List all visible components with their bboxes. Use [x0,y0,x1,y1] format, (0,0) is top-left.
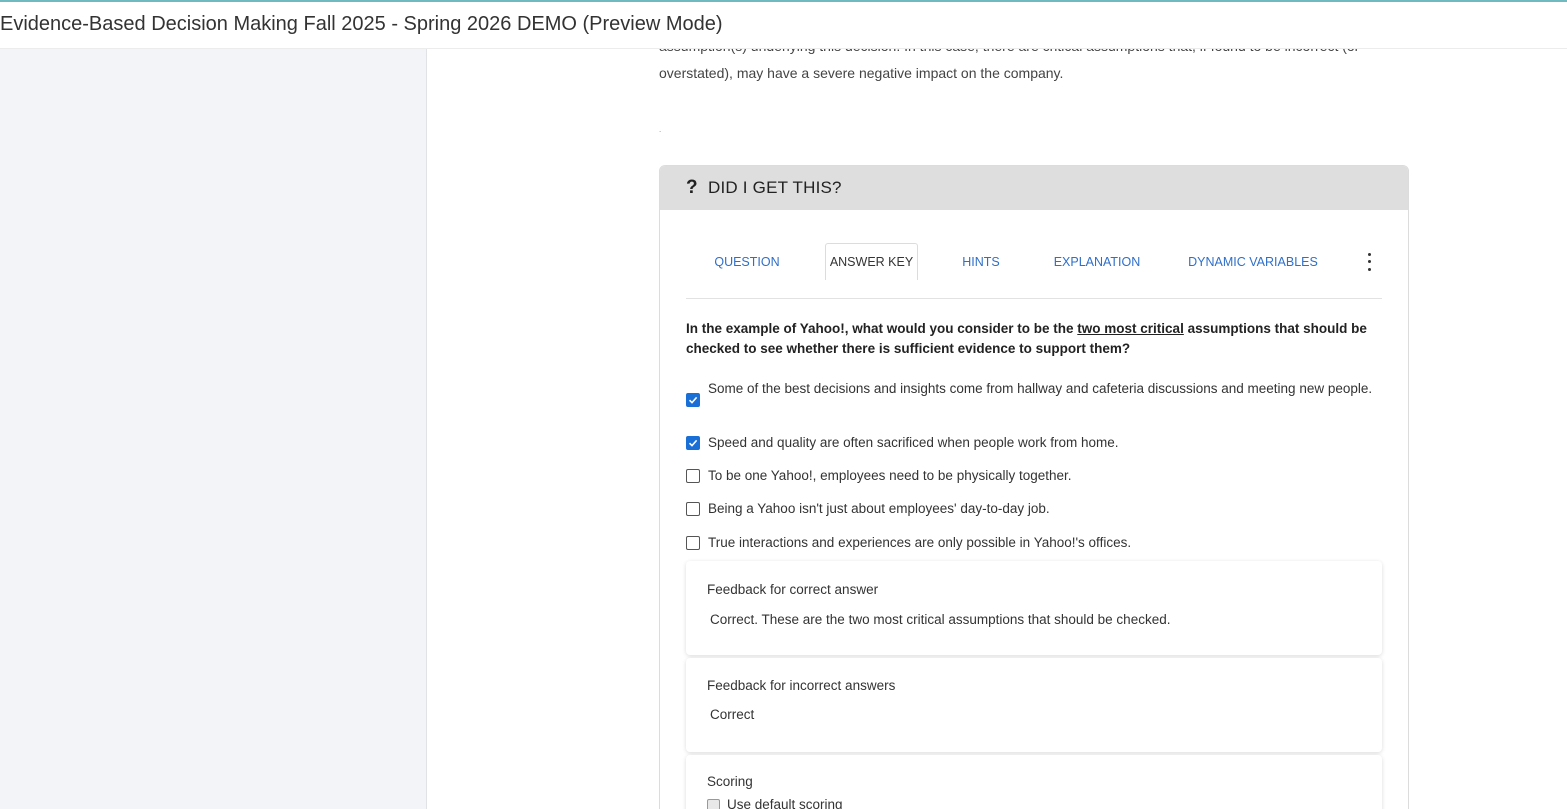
did-i-get-this-card: ? DID I GET THIS? QUESTION ANSWER KEY HI… [659,165,1409,809]
tab-question[interactable]: QUESTION [692,243,802,280]
feedback-correct-label: Feedback for correct answer [707,582,879,597]
choice-label-4: Being a Yahoo isn't just about employees… [708,501,1050,516]
feedback-incorrect-text[interactable]: Correct [710,707,754,722]
choice-label-5: True interactions and experiences are on… [708,535,1132,550]
choice-checkbox-1[interactable] [686,393,700,407]
feedback-incorrect-panel: Feedback for incorrect answers Correct [686,658,1382,752]
choice-item: Being a Yahoo isn't just about employees… [686,499,1382,519]
question-mark-icon: ? [686,177,698,198]
choice-checkbox-3[interactable] [686,469,700,483]
choice-checkbox-4[interactable] [686,502,700,516]
feedback-correct-panel: Feedback for correct answer Correct. The… [686,561,1382,655]
tab-answer-key[interactable]: ANSWER KEY [825,243,918,280]
left-sidebar [0,49,427,809]
question-stem: In the example of Yahoo!, what would you… [686,319,1382,359]
scoring-panel: Scoring Use default scoring [686,755,1382,809]
check-icon [688,396,698,404]
course-title: Evidence-Based Decision Making Fall 2025… [0,13,723,35]
choice-label-2: Speed and quality are often sacrificed w… [708,435,1119,450]
card-header: ? DID I GET THIS? [660,166,1408,210]
choice-item: Some of the best decisions and insights … [686,379,1382,407]
scoring-label: Scoring [707,774,753,789]
default-scoring-label: Use default scoring [727,797,843,809]
choice-label-3: To be one Yahoo!, employees need to be p… [708,468,1072,483]
feedback-correct-text[interactable]: Correct. These are the two most critical… [710,612,1170,627]
choice-checkbox-5[interactable] [686,536,700,550]
card-title: DID I GET THIS? [708,178,842,197]
choice-item: Speed and quality are often sacrificed w… [686,433,1382,453]
question-text-1: In the example of Yahoo!, what would you… [686,321,1078,336]
editor-tabs: QUESTION ANSWER KEY HINTS EXPLANATION DY… [686,243,1382,299]
app-header: Evidence-Based Decision Making Fall 2025… [0,2,1567,49]
intro-line-2: overstated), may have a severe negative … [659,65,1064,81]
tab-dynamic-variables[interactable]: DYNAMIC VARIABLES [1180,243,1326,280]
default-scoring-checkbox[interactable] [707,799,720,809]
tab-hints[interactable]: HINTS [948,243,1014,280]
vertical-dots-icon[interactable] [1362,251,1376,273]
check-icon [688,439,698,447]
choice-label-1: Some of the best decisions and insights … [708,381,1373,396]
feedback-incorrect-label: Feedback for incorrect answers [707,678,896,693]
choice-checkbox-2[interactable] [686,436,700,450]
choice-item: To be one Yahoo!, employees need to be p… [686,466,1382,486]
stray-dot: . [659,125,662,134]
choice-item: True interactions and experiences are on… [686,533,1382,553]
tab-explanation[interactable]: EXPLANATION [1041,243,1153,280]
question-emphasis: two most critical [1077,321,1184,336]
